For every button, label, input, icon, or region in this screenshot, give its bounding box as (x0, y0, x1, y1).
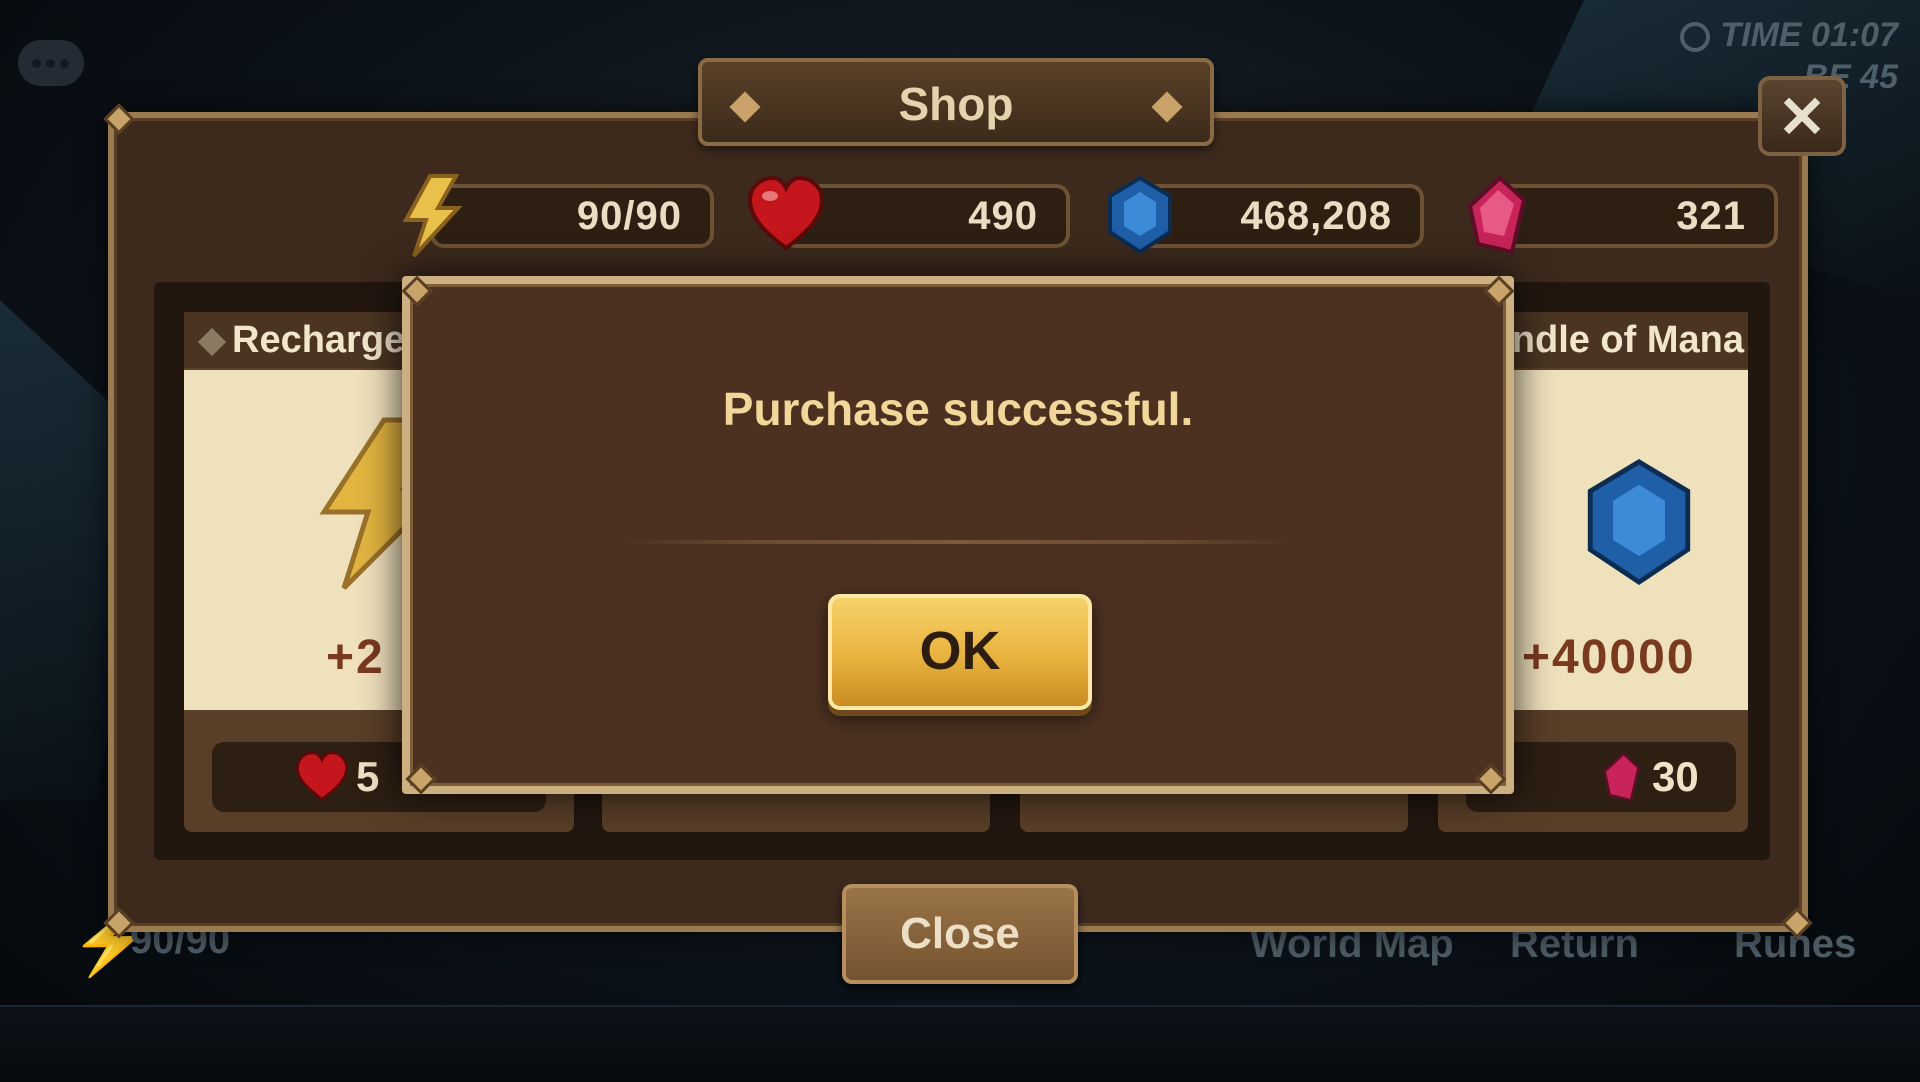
mana-value: 468,208 (1240, 194, 1392, 238)
dialog-message: Purchase successful. (722, 383, 1194, 435)
purchase-dialog (402, 276, 1514, 794)
close-x-button[interactable]: ✕ (1758, 76, 1846, 156)
clock-icon (1680, 22, 1711, 53)
red-crystal-icon (1467, 175, 1527, 255)
crystals-value: 321 (1676, 194, 1746, 238)
crystals-counter: 321 (1494, 184, 1778, 248)
shop-title: Shop (898, 78, 1014, 130)
heart-icon (295, 751, 349, 801)
diamond-icon (197, 327, 227, 357)
close-button[interactable]: Close (842, 884, 1078, 984)
energy-counter: 90/90 (430, 184, 714, 248)
secondary-timer-value: 45 (1860, 58, 1898, 96)
energy-bolt-icon (402, 174, 463, 258)
price-value: 5 (356, 753, 380, 800)
bottom-navigation-bar (0, 1005, 1920, 1082)
mana-crystal-icon (1587, 459, 1691, 586)
dialog-divider (624, 540, 1292, 544)
card-amount: +40000 (1522, 631, 1696, 684)
heart-icon (747, 175, 825, 251)
time-label: TIME (1720, 16, 1802, 54)
price-value: 30 (1652, 753, 1699, 800)
red-crystal-icon (1603, 752, 1640, 802)
chat-icon[interactable] (18, 40, 84, 86)
hearts-value: 490 (968, 194, 1038, 238)
mana-crystal-icon (1108, 175, 1172, 255)
time-value: 01:07 (1811, 16, 1898, 54)
card-amount: +2 (326, 631, 385, 684)
ok-button[interactable]: OK (828, 594, 1092, 710)
energy-value: 90/90 (576, 194, 682, 238)
card-title: Recharge (232, 319, 406, 361)
